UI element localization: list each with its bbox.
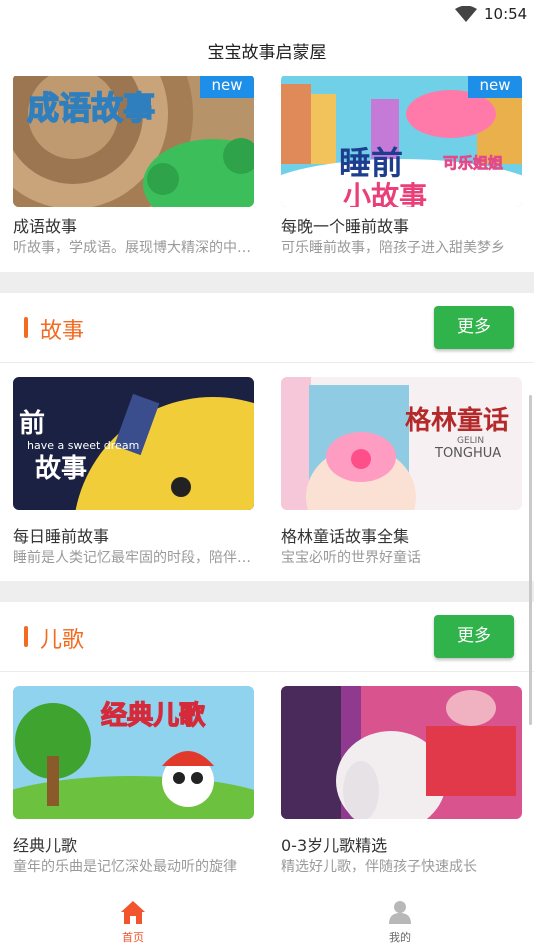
more-button-songs[interactable]: 更多: [434, 615, 514, 658]
card-idiom-stories[interactable]: 成语故事 new 成语故事 听故事，学成语。展现博大精深的中华文化: [13, 76, 254, 256]
section-divider: [0, 272, 534, 293]
thumb-text: have a sweet dream: [27, 439, 139, 452]
section-divider: [0, 581, 534, 602]
card-title: 经典儿歌: [13, 836, 78, 855]
thumb-text: 可乐姐姐: [443, 154, 503, 172]
new-badge: new: [200, 76, 254, 98]
home-icon: [121, 901, 145, 924]
section-header-stories: 故事 更多: [0, 293, 534, 363]
thumb-text: 小故事: [343, 180, 427, 207]
thumb-text: 故事: [35, 454, 87, 484]
thumb-text: GELIN: [457, 436, 484, 446]
thumb-text: 经典儿歌: [101, 700, 206, 731]
card-title: 每晚一个睡前故事: [281, 217, 410, 236]
card-description: 睡前是人类记忆最牢固的时段，陪伴宝宝: [13, 550, 254, 566]
section-header-songs: 儿歌 更多: [0, 602, 534, 672]
thumb-text: TONGHUA: [434, 446, 501, 461]
thumb-text: 前: [19, 408, 45, 439]
scrollbar[interactable]: [529, 395, 532, 725]
tab-home[interactable]: 首页: [93, 887, 173, 949]
card-description: 宝宝必听的世界好童话: [281, 550, 421, 566]
tab-mine[interactable]: 我的: [360, 887, 440, 949]
card-description: 听故事，学成语。展现博大精深的中华文化: [13, 240, 254, 256]
wifi-icon: [455, 6, 477, 22]
status-bar: 10:54: [0, 0, 534, 30]
section-title: 故事: [40, 319, 85, 344]
card-toddler-songs[interactable]: 0-3岁儿歌精选 精选好儿歌，伴随孩子快速成长: [281, 686, 522, 875]
new-badge: new: [468, 76, 522, 98]
card-description: 童年的乐曲是记忆深处最动听的旋律: [13, 859, 237, 875]
status-time: 10:54: [484, 5, 528, 23]
card-thumbnail: 前 have a sweet dream 故事: [13, 377, 254, 510]
card-title: 0-3岁儿歌精选: [281, 836, 388, 855]
tab-label: 我的: [389, 931, 411, 944]
more-button-stories[interactable]: 更多: [434, 306, 514, 349]
card-title: 成语故事: [13, 217, 78, 236]
section-accent-bar: [24, 626, 28, 647]
page-title: 宝宝故事启蒙屋: [207, 43, 327, 63]
card-thumbnail: [281, 686, 522, 819]
thumb-text: 格林童话: [405, 405, 509, 436]
main-content[interactable]: 成语故事 new 成语故事 听故事，学成语。展现博大精深的中华文化 睡前 小故事…: [0, 76, 534, 887]
person-icon: [389, 901, 411, 924]
thumb-text: 成语故事: [27, 89, 155, 127]
card-daily-bedtime[interactable]: 前 have a sweet dream 故事 每日睡前故事 睡前是人类记忆最牢…: [13, 377, 254, 566]
card-description: 精选好儿歌，伴随孩子快速成长: [281, 859, 477, 875]
section-accent-bar: [24, 317, 28, 338]
card-thumbnail: 成语故事 new: [13, 76, 254, 207]
card-bedtime-stories[interactable]: 睡前 小故事 可乐姐姐 new 每晚一个睡前故事 可乐睡前故事，陪孩子进入甜美梦…: [281, 76, 522, 256]
tab-label: 首页: [122, 931, 144, 944]
card-thumbnail: 经典儿歌: [13, 686, 254, 819]
section-title: 儿歌: [40, 628, 85, 653]
card-classic-songs[interactable]: 经典儿歌 经典儿歌 童年的乐曲是记忆深处最动听的旋律: [13, 686, 254, 875]
bottom-tab-bar: 首页 我的: [0, 887, 534, 949]
thumb-text: 睡前: [339, 144, 403, 182]
card-thumbnail: 格林童话 GELIN TONGHUA: [281, 377, 522, 510]
card-title: 每日睡前故事: [13, 527, 110, 546]
card-thumbnail: 睡前 小故事 可乐姐姐 new: [281, 76, 522, 207]
card-grimm-tales[interactable]: 格林童话 GELIN TONGHUA 格林童话故事全集 宝宝必听的世界好童话: [281, 377, 522, 566]
card-title: 格林童话故事全集: [281, 527, 410, 546]
card-description: 可乐睡前故事，陪孩子进入甜美梦乡: [281, 240, 505, 256]
